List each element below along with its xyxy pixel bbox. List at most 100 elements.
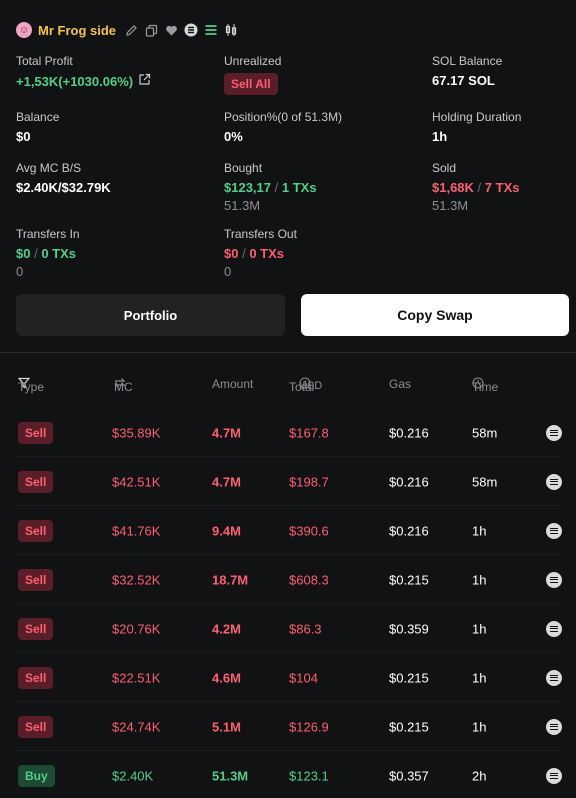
wallet-name: Mr Frog side [38,22,117,38]
trade-gas: $0.215 [389,572,429,587]
mc-header-label: MC [114,380,133,394]
table-row[interactable]: Sell $22.51K 4.6M $104 $0.215 1h [0,653,576,702]
balance-value: $0 [16,129,31,144]
total-profit-label: Total Profit [16,54,73,68]
sell-all-button[interactable]: Sell All [224,73,278,95]
table-row[interactable]: Sell $20.76K 4.2M $86.3 $0.359 1h [0,604,576,653]
trade-gas: $0.216 [389,474,429,489]
transfers-in-label: Transfers In [16,227,80,241]
trade-total: $608.3 [289,572,329,587]
position-stat: Position%(0 of 51.3M) 0% [224,110,342,144]
trade-total: $390.6 [289,523,329,538]
section-divider [0,352,576,353]
solscan-icon[interactable] [546,620,562,637]
solscan-icon[interactable] [546,424,562,441]
solscan-icon[interactable] [546,767,562,784]
candlestick-icon[interactable] [224,23,238,37]
portfolio-button[interactable]: Portfolio [16,294,285,336]
balance-stat: Balance $0 [16,110,59,144]
trade-type-badge: Sell [18,617,54,640]
solscan-icon[interactable] [546,522,562,539]
copy-swap-button[interactable]: Copy Swap [301,294,569,336]
trade-time: 1h [472,621,487,636]
trades-table-header: Type MC Amount Total USD $ Gas Time [0,374,576,394]
trade-type-badge: Sell [18,421,54,444]
edit-icon[interactable] [124,23,138,37]
type-column-header[interactable]: Type [18,377,44,394]
sold-txs: 7 TXs [484,180,520,195]
time-column-header[interactable]: Time [472,377,498,394]
solscan-icon[interactable] [546,718,562,735]
sol-balance-label: SOL Balance [432,54,503,68]
trade-type-badge: Sell [18,470,54,493]
table-row[interactable]: Sell $35.89K 4.7M $167.8 $0.216 58m [0,408,576,457]
avg-mc-stat: Avg MC B/S $2.40K/$32.79K [16,161,111,195]
transfers-in-tokens: 0 [16,264,24,279]
trade-gas: $0.215 [389,719,429,734]
position-label: Position%(0 of 51.3M) [224,110,343,124]
trade-time: 2h [472,768,487,783]
trade-time: 1h [472,572,487,587]
table-row[interactable]: Sell $24.74K 5.1M $126.9 $0.215 1h [0,702,576,751]
trade-mc: $42.51K [112,474,161,489]
transfers-out-separator: / [242,246,246,261]
currency-toggle[interactable]: USD $ [299,377,322,392]
trade-mc: $35.89K [112,425,161,440]
sold-separator: / [477,180,482,195]
solana-icon[interactable] [184,23,198,37]
solscan-icon[interactable] [546,571,562,588]
trade-mc: $2.40K [112,768,154,783]
trade-gas: $0.357 [389,768,429,783]
avg-mc-value: $2.40K/$32.79K [16,180,111,195]
holding-duration-label: Holding Duration [432,110,522,124]
currency-label: USD [299,380,323,392]
table-row[interactable]: Buy $2.40K 51.3M $123.1 $0.357 2h [0,751,576,798]
share-link-icon[interactable] [138,73,151,89]
trade-amount: 4.2M [212,621,241,636]
total-column-header: Total USD $ [289,377,322,394]
bought-separator: / [274,180,279,195]
table-row[interactable]: Sell $32.52K 18.7M $608.3 $0.215 1h [0,555,576,604]
trade-amount: 4.7M [212,425,241,440]
trade-time: 1h [472,670,487,685]
trade-mc: $41.76K [112,523,161,538]
gas-column-header: Gas [389,377,412,391]
mc-column-header[interactable]: MC [114,377,133,394]
sol-balance-value: 67.17 SOL [432,73,495,88]
trade-mc: $24.74K [112,719,161,734]
trade-total: $167.8 [289,425,329,440]
trade-time: 1h [472,523,487,538]
trade-amount: 5.1M [212,719,241,734]
bought-txs: 1 TXs [281,180,317,195]
avg-mc-label: Avg MC B/S [16,161,82,175]
table-row[interactable]: Sell $41.76K 9.4M $390.6 $0.216 1h [0,506,576,555]
unrealized-stat: Unrealized Sell All [224,54,281,95]
sold-stat: Sold $1,68K / 7 TXs 51.3M [432,161,519,213]
list-icon[interactable] [204,23,218,37]
position-value: 0% [224,129,243,144]
transfers-out-txs: 0 TXs [249,246,285,261]
trade-time: 58m [472,474,498,489]
trade-type-badge: Sell [18,568,54,591]
bought-tokens: 51.3M [224,198,261,213]
total-profit-value: +1,53K(+1030.06%) [16,73,134,89]
avatar: ☺ [16,22,32,38]
trade-gas: $0.215 [389,670,429,685]
solscan-icon[interactable] [546,669,562,686]
trade-gas: $0.359 [389,621,429,636]
trade-gas: $0.216 [389,523,429,538]
time-header-label: Time [472,380,499,394]
solscan-icon[interactable] [546,473,562,490]
trade-total: $123.1 [289,768,329,783]
sol-balance-stat: SOL Balance 67.17 SOL [432,54,502,88]
trade-mc: $20.76K [112,621,161,636]
holding-duration-value: 1h [432,129,448,144]
trade-type-badge: Buy [18,764,55,787]
table-row[interactable]: Sell $42.51K 4.7M $198.7 $0.216 58m [0,457,576,506]
bought-label: Bought [224,161,263,175]
trade-mc: $22.51K [112,670,161,685]
copy-icon[interactable] [144,23,158,37]
heart-icon[interactable] [164,23,178,37]
bought-stat: Bought $123,17 / 1 TXs 51.3M [224,161,317,213]
transfers-out-stat: Transfers Out $0 / 0 TXs 0 [224,227,297,279]
